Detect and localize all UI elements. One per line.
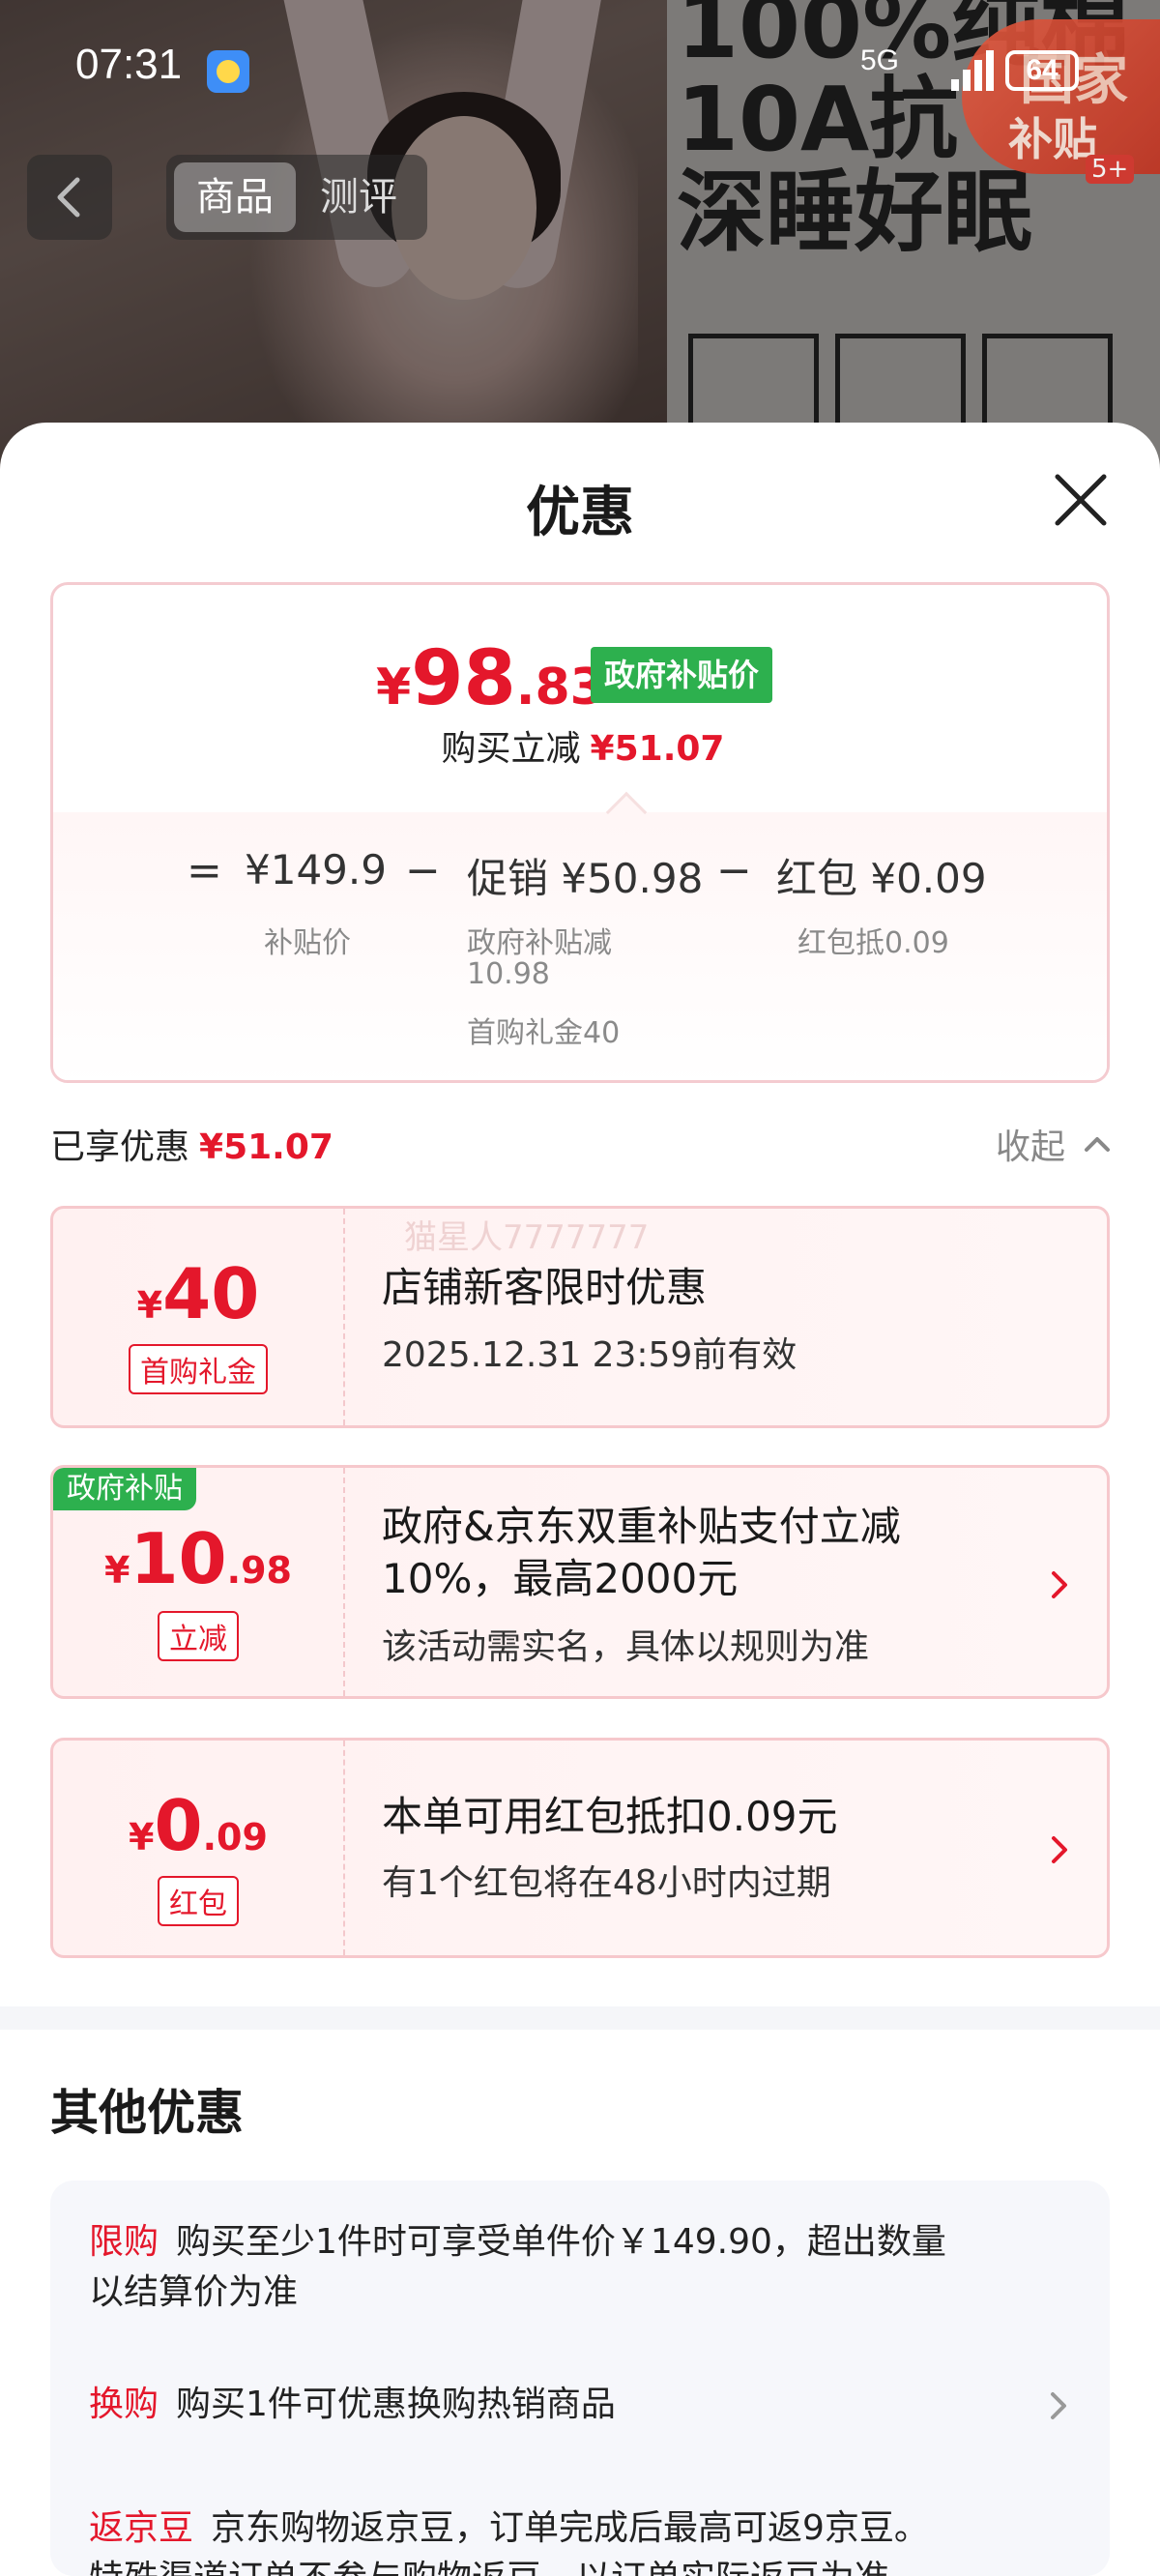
close-icon[interactable] <box>1054 473 1108 527</box>
back-button[interactable] <box>27 155 112 240</box>
enjoyed-amount: ¥51.07 <box>199 1127 334 1167</box>
gov-subsidy-corner-tag: 政府补贴 <box>53 1468 196 1510</box>
minus-sign: − <box>405 846 441 895</box>
cell-signal-icon <box>951 46 996 91</box>
network-type: 5G <box>860 44 900 76</box>
coupon-validity: 2025.12.31 23:59前有效 <box>382 1335 798 1375</box>
coupon-gov-subsidy[interactable]: 政府补贴 ¥10.98 立减 政府&京东双重补贴支付立减 10%，最高2000元… <box>50 1465 1110 1699</box>
promo-gov-label: 政府补贴减 <box>467 926 612 960</box>
status-time: 07:31 <box>75 41 183 88</box>
coupon-note: 有1个红包将在48小时内过期 <box>382 1863 831 1903</box>
coupon-currency: ¥ <box>136 1284 163 1327</box>
price-summary-card: ¥98.83 政府补贴价 购买立减 ¥51.07 = ¥149.9 补贴价 − 促… <box>50 582 1110 1083</box>
section-separator <box>0 2006 1160 2030</box>
status-bar: 07:31 5G 64 <box>0 0 1160 135</box>
coupon-amount-int: 40 <box>162 1253 260 1334</box>
coupon-type-label: 首购礼金 <box>129 1344 268 1394</box>
chevron-left-icon <box>57 177 80 218</box>
coupon-amount: ¥0.09 <box>53 1785 343 1866</box>
subsidy-badge-count: 5+ <box>1086 155 1135 184</box>
promo-gov-amount: 10.98 <box>467 957 550 991</box>
chevron-right-icon <box>1052 1571 1067 1598</box>
weather-app-icon <box>207 50 249 93</box>
minus-sign: − <box>716 846 752 895</box>
collapse-button[interactable]: 收起 <box>996 1119 1110 1169</box>
coupon-title: 政府&京东双重补贴支付立减 10%，最高2000元 <box>382 1501 901 1605</box>
coupon-type-label: 立减 <box>158 1611 239 1661</box>
offer-key: 返京豆 <box>89 2508 194 2548</box>
offer-text: 购买1件可优惠换购热销商品 <box>176 2385 616 2424</box>
promo-value: 促销 ¥50.98 <box>467 855 704 902</box>
other-offers-list: 限购 购买至少1件时可享受单件价￥149.90，超出数量 以结算价为准 换购 购买1… <box>50 2181 1110 2576</box>
offer-text: 京东购物返京豆，订单完成后最高可返9京豆。 <box>211 2508 929 2548</box>
promo-first-gift-label: 首购礼金40 <box>467 1016 621 1050</box>
sheet-title: 优惠 <box>526 482 634 544</box>
collapse-label: 收起 <box>996 1127 1066 1167</box>
coupon-currency: ¥ <box>104 1549 130 1592</box>
coupon-type-label: 红包 <box>158 1876 239 1926</box>
coupon-type-tag: 立减 <box>53 1611 343 1661</box>
offer-jd-beans: 返京豆京东购物返京豆，订单完成后最高可返9京豆。 特殊渠道订单不参与购物返豆，以… <box>89 2503 1056 2576</box>
coupon-divider <box>343 1209 345 1425</box>
coupon-title-line: 政府&京东双重补贴支付立减 <box>382 1503 901 1550</box>
enjoyed-discount: 已享优惠 ¥51.07 <box>50 1119 334 1169</box>
coupon-currency: ¥ <box>129 1816 155 1859</box>
tab-review[interactable]: 测评 <box>298 162 420 232</box>
coupon-type-tag: 红包 <box>53 1876 343 1926</box>
coupon-note: 该活动需实名，具体以规则为准 <box>382 1627 870 1667</box>
coupon-amount: ¥40 <box>53 1253 343 1334</box>
offer-key: 换购 <box>89 2385 160 2424</box>
coupon-amount-int: 10 <box>130 1518 227 1599</box>
offer-text: 购买至少1件时可享受单件价￥149.90，超出数量 <box>176 2222 946 2262</box>
price-breakdown: = ¥149.9 补贴价 − 促销 ¥50.98 政府补贴减 10.98 首购礼… <box>53 585 1107 1080</box>
coupon-type-tag: 首购礼金 <box>53 1344 343 1394</box>
coupon-amount-dec: .98 <box>226 1549 292 1592</box>
product-nav-tabs: 商品 测评 <box>166 155 427 240</box>
redpacket-label: 红包抵0.09 <box>798 926 949 960</box>
redpacket-value: 红包 ¥0.09 <box>776 855 987 902</box>
offer-key: 限购 <box>89 2222 160 2262</box>
base-price-value: ¥149.9 <box>245 846 387 893</box>
coupon-amount-dec: .09 <box>202 1816 268 1859</box>
offer-text: 以结算价为准 <box>89 2272 299 2312</box>
coupon-amount-int: 0 <box>154 1785 203 1866</box>
offer-text: 特殊渠道订单不参与购物返豆，以订单实际返豆为准 <box>89 2559 889 2576</box>
coupon-title: 本单可用红包抵扣0.09元 <box>382 1793 838 1840</box>
offer-purchase-limit: 限购 购买至少1件时可享受单件价￥149.90，超出数量 以结算价为准 <box>89 2217 1056 2318</box>
offer-exchange-buy[interactable]: 换购 购买1件可优惠换购热销商品 <box>89 2380 1056 2430</box>
coupon-divider <box>343 1468 345 1696</box>
coupon-title: 店铺新客限时优惠 <box>382 1264 708 1311</box>
coupon-red-packet[interactable]: ¥0.09 红包 本单可用红包抵扣0.09元 有1个红包将在48小时内过期 <box>50 1738 1110 1958</box>
equals-sign: = <box>187 846 222 895</box>
enjoyed-label: 已享优惠 <box>50 1127 190 1167</box>
coupon-title-line: 10%，最高2000元 <box>382 1555 739 1602</box>
base-price-label: 补贴价 <box>264 926 351 960</box>
coupon-amount: ¥10.98 <box>53 1518 343 1599</box>
other-offers-title: 其他优惠 <box>50 2085 244 2141</box>
coupon-divider <box>343 1741 345 1955</box>
chevron-up-icon <box>1085 1137 1110 1152</box>
chevron-right-icon <box>1052 1836 1067 1863</box>
user-watermark: 猫星人7777777 <box>404 1218 650 1257</box>
tab-product[interactable]: 商品 <box>174 162 296 232</box>
battery-icon: 64 <box>1005 50 1079 91</box>
chevron-right-icon[interactable] <box>1048 2389 1069 2422</box>
